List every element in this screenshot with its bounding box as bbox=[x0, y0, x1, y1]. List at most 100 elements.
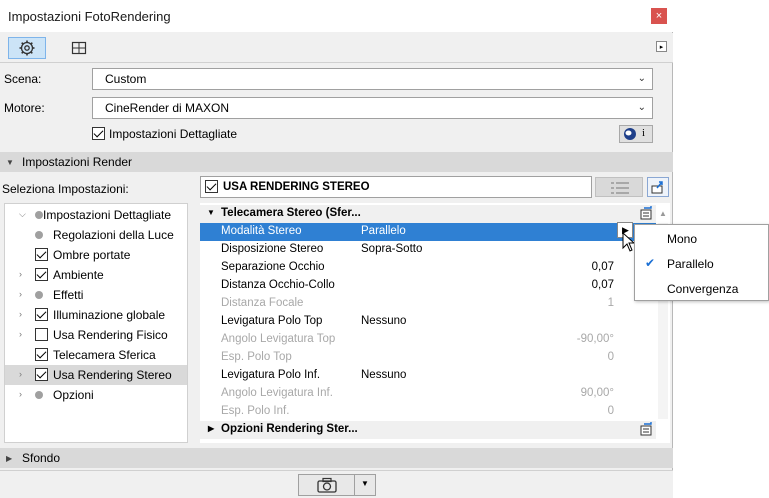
stereo-settings-header[interactable]: USA RENDERING STEREO bbox=[200, 176, 592, 198]
popup-option-label: Mono bbox=[667, 232, 698, 246]
tree-item[interactable]: › Effetti bbox=[5, 285, 187, 305]
tree-item-label: Illuminazione globale bbox=[53, 308, 166, 322]
property-number: 1 bbox=[607, 297, 614, 309]
collapse-arrow-button[interactable]: ▸ bbox=[656, 41, 667, 52]
property-name: Distanza Occhio-Collo bbox=[221, 279, 335, 291]
tree-item-checkbox[interactable] bbox=[35, 268, 48, 281]
divider bbox=[354, 475, 355, 495]
triangle-down-icon: ▼ bbox=[207, 208, 215, 217]
properties-panel: ▼ Telecamera Stereo (Sfer... Modalità St… bbox=[200, 203, 670, 443]
tree-item[interactable]: ⌵ Impostazioni Dettagliate bbox=[5, 205, 187, 225]
property-value: Nessuno bbox=[361, 369, 407, 381]
tree-item-label: Usa Rendering Fisico bbox=[53, 328, 168, 342]
camera-icon bbox=[317, 477, 337, 493]
tree-item-label: Regolazioni della Luce bbox=[53, 228, 174, 242]
property-row: Angolo Levigatura Inf. 90,00° bbox=[200, 385, 656, 403]
list-view-button[interactable] bbox=[595, 177, 643, 197]
bottom-bar: ▼ bbox=[0, 470, 673, 498]
mouse-cursor-icon bbox=[622, 232, 634, 252]
tree-item-checkbox[interactable] bbox=[35, 368, 48, 381]
tree-item[interactable]: › Opzioni bbox=[5, 385, 187, 405]
telecamera-stereo-group[interactable]: ▼ Telecamera Stereo (Sfer... bbox=[200, 205, 656, 223]
tree-item[interactable]: Regolazioni della Luce bbox=[5, 225, 187, 245]
property-row[interactable]: Disposizione Stereo Sopra-Sotto bbox=[200, 241, 656, 259]
property-row: Esp. Polo Inf. 0 bbox=[200, 403, 656, 421]
close-button[interactable]: × bbox=[651, 8, 667, 24]
status-dot-icon bbox=[35, 291, 43, 299]
tree-item[interactable]: Ombre portate bbox=[5, 245, 187, 265]
settings-list-icon bbox=[640, 422, 652, 436]
settings-tab-button[interactable] bbox=[8, 37, 46, 59]
export-settings-button[interactable] bbox=[647, 177, 669, 197]
popup-option[interactable]: ✔ Parallelo bbox=[635, 251, 768, 276]
size-tab-button[interactable] bbox=[60, 37, 98, 59]
info-label: i bbox=[642, 127, 646, 139]
chevron-down-icon: ⌄ bbox=[637, 102, 646, 113]
tree-item-label: Effetti bbox=[53, 288, 84, 302]
select-settings-label: Seleziona Impostazioni: bbox=[2, 182, 129, 196]
status-dot-icon bbox=[35, 231, 43, 239]
group-settings-button[interactable] bbox=[638, 205, 654, 221]
list-icon bbox=[611, 182, 629, 194]
property-number: 90,00° bbox=[580, 387, 614, 399]
expand-open-icon[interactable]: ⌵ bbox=[19, 209, 26, 220]
render-button[interactable]: ▼ bbox=[298, 474, 376, 496]
engine-info-button[interactable]: i bbox=[619, 125, 653, 143]
expand-closed-icon[interactable]: › bbox=[19, 369, 22, 379]
popup-option[interactable]: Convergenza bbox=[635, 276, 768, 301]
tree-item-label: Telecamera Sferica bbox=[53, 348, 156, 362]
tree-item[interactable]: Telecamera Sferica bbox=[5, 345, 187, 365]
tree-item-label: Ombre portate bbox=[53, 248, 131, 262]
property-number: 0,07 bbox=[591, 279, 614, 291]
property-row[interactable]: Separazione Occhio 0,07 bbox=[200, 259, 656, 277]
status-dot-icon bbox=[35, 211, 43, 219]
cinema4d-logo-icon bbox=[624, 128, 636, 140]
background-label: Sfondo bbox=[22, 451, 61, 465]
group-settings-button[interactable] bbox=[638, 421, 654, 437]
property-name: Angolo Levigatura Inf. bbox=[221, 387, 333, 399]
expand-closed-icon[interactable]: › bbox=[19, 329, 22, 339]
chevron-down-icon: ⌄ bbox=[637, 73, 646, 84]
tree-item-label: Impostazioni Dettagliate bbox=[43, 208, 172, 222]
scroll-up-icon: ▲ bbox=[659, 209, 667, 218]
tree-item-label: Usa Rendering Stereo bbox=[53, 368, 172, 382]
property-value: Parallelo bbox=[361, 225, 406, 237]
expand-closed-icon[interactable]: › bbox=[19, 389, 22, 399]
popup-option-label: Convergenza bbox=[667, 282, 739, 296]
property-row[interactable]: Modalità Stereo Parallelo bbox=[200, 223, 656, 241]
scene-value: Custom bbox=[105, 72, 147, 86]
tree-item-checkbox[interactable] bbox=[35, 328, 48, 341]
property-row[interactable]: Levigatura Polo Top Nessuno bbox=[200, 313, 656, 331]
background-section[interactable]: ▶ Sfondo bbox=[0, 448, 673, 468]
tree-item[interactable]: › Usa Rendering Stereo bbox=[5, 365, 187, 385]
render-settings-section[interactable]: ▼ Impostazioni Render bbox=[0, 152, 673, 172]
settings-tree: ⌵ Impostazioni Dettagliate Regolazioni del… bbox=[4, 203, 188, 443]
property-row[interactable]: Levigatura Polo Inf. Nessuno bbox=[200, 367, 656, 385]
expand-closed-icon[interactable]: › bbox=[19, 309, 22, 319]
engine-value: CineRender di MAXON bbox=[105, 101, 230, 115]
expand-closed-icon[interactable]: › bbox=[19, 289, 22, 299]
dropdown-arrow-icon[interactable]: ▼ bbox=[361, 479, 369, 488]
export-icon bbox=[651, 181, 663, 194]
tree-item[interactable]: › Illuminazione globale bbox=[5, 305, 187, 325]
property-name: Separazione Occhio bbox=[221, 261, 325, 273]
tree-item-checkbox[interactable] bbox=[35, 308, 48, 321]
stereo-enable-checkbox[interactable] bbox=[205, 180, 218, 193]
popup-option[interactable]: Mono bbox=[635, 226, 768, 251]
engine-select[interactable]: CineRender di MAXON ⌄ bbox=[92, 97, 653, 119]
tree-item-checkbox[interactable] bbox=[35, 248, 48, 261]
scene-select[interactable]: Custom ⌄ bbox=[92, 68, 653, 90]
opzioni-rendering-group[interactable]: ▶ Opzioni Rendering Ster... bbox=[200, 421, 656, 439]
settings-list-icon bbox=[640, 206, 652, 220]
tree-item-label: Opzioni bbox=[53, 388, 94, 402]
tree-item-checkbox[interactable] bbox=[35, 348, 48, 361]
detailed-settings-label: Impostazioni Dettagliate bbox=[109, 127, 238, 141]
triangle-right-icon: ▶ bbox=[6, 454, 13, 463]
detailed-settings-checkbox[interactable] bbox=[92, 127, 105, 140]
property-name: Modalità Stereo bbox=[221, 225, 302, 237]
tree-item[interactable]: › Usa Rendering Fisico bbox=[5, 325, 187, 345]
expand-closed-icon[interactable]: › bbox=[19, 269, 22, 279]
property-name: Esp. Polo Inf. bbox=[221, 405, 290, 417]
property-row[interactable]: Distanza Occhio-Collo 0,07 bbox=[200, 277, 656, 295]
tree-item[interactable]: › Ambiente bbox=[5, 265, 187, 285]
